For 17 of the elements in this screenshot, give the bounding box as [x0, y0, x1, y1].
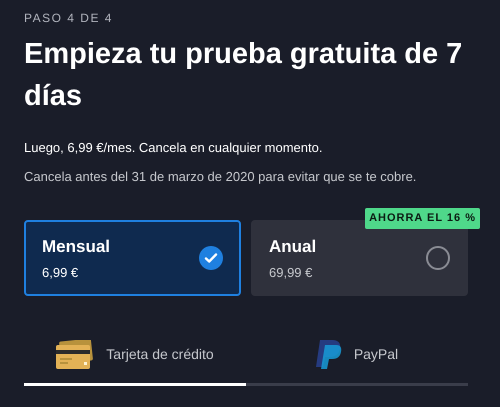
plan-price: 69,99 €	[269, 264, 314, 282]
savings-badge: AHORRA EL 16 %	[365, 208, 480, 228]
step-label: PASO 4 DE 4	[24, 10, 114, 27]
page-title: Empieza tu prueba gratuita de 7 días	[24, 37, 464, 114]
payment-tab[interactable]: Tarjeta de crédito	[24, 326, 246, 386]
credit-card-icon	[56, 340, 94, 370]
plan-option[interactable]: Anual 69,99 €	[251, 220, 468, 296]
paypal-icon	[316, 340, 342, 370]
plan-name: Mensual	[42, 236, 110, 258]
check-icon	[199, 246, 223, 270]
plan-option[interactable]: Mensual 6,99 €	[24, 220, 241, 296]
radio-icon	[426, 246, 450, 270]
payment-tab[interactable]: PayPal	[246, 326, 468, 386]
plan-name: Anual	[269, 236, 316, 258]
cancel-note: Cancela antes del 31 de marzo de 2020 para evitar que se te cobre.	[24, 168, 418, 186]
plan-price: 6,99 €	[42, 264, 80, 282]
price-info: Luego, 6,99 €/mes. Cancela en cualquier momento.	[24, 139, 324, 157]
